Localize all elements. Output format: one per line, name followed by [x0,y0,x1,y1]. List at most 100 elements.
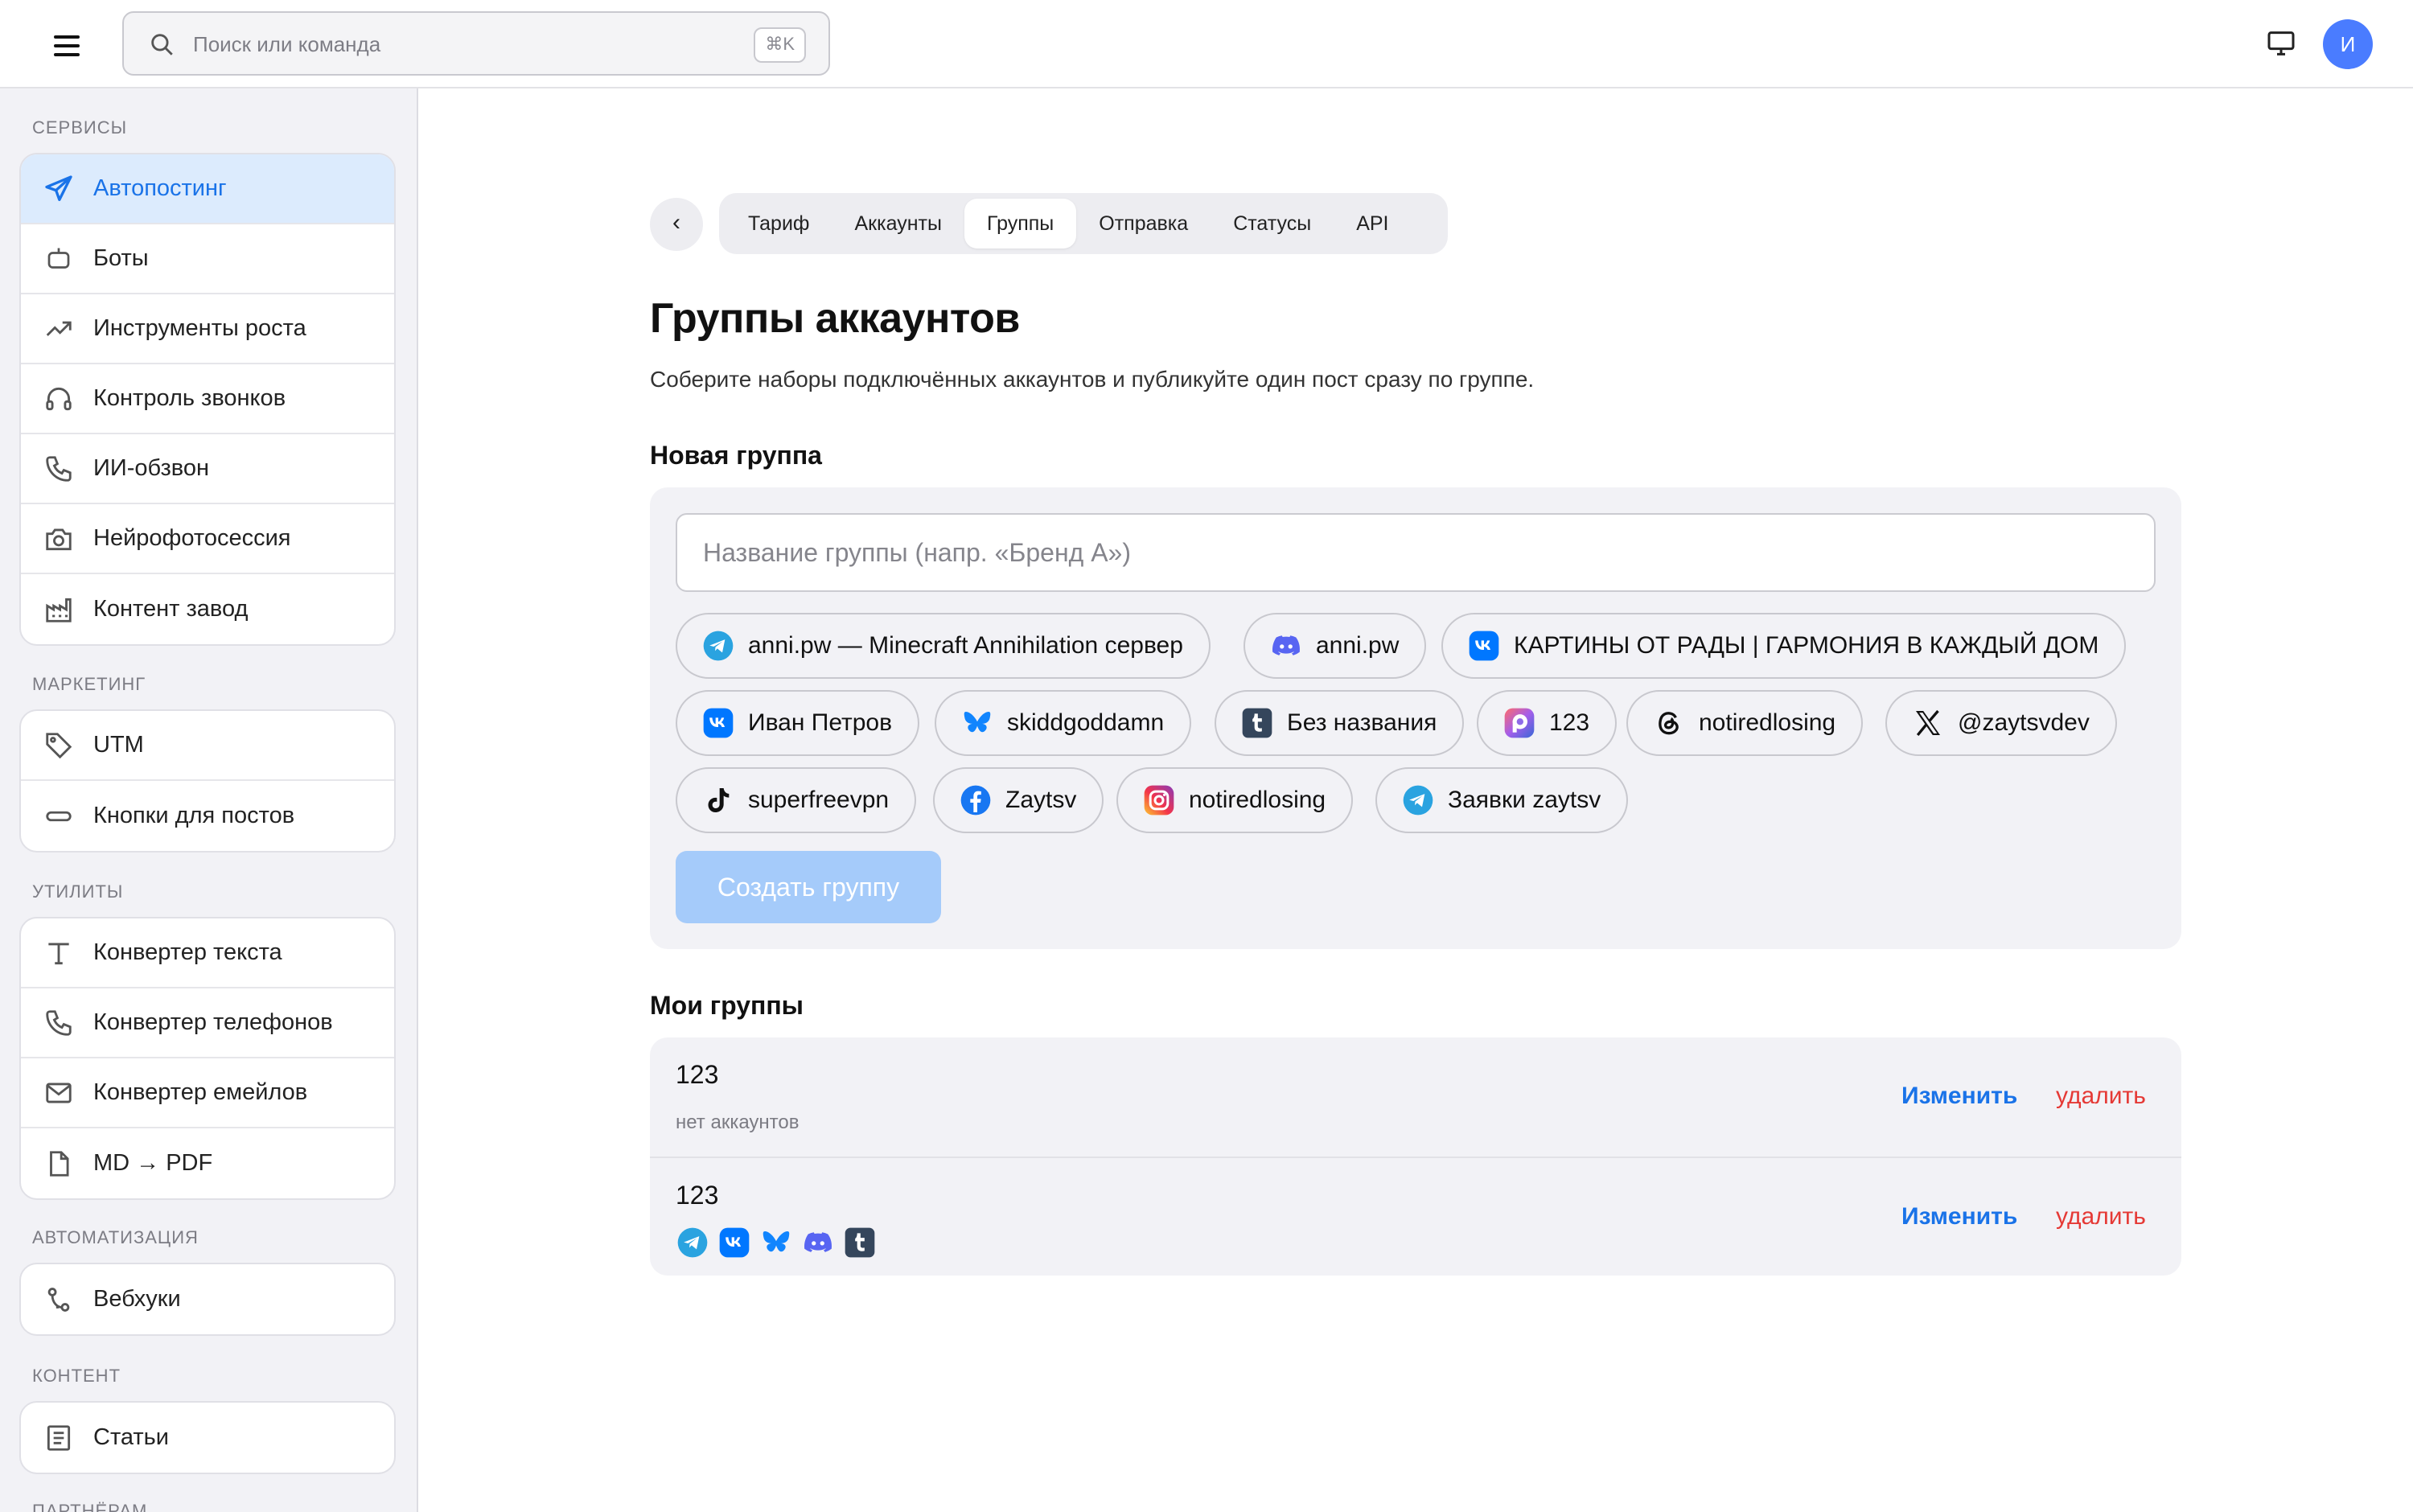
tag-icon [42,729,76,762]
sidebar-item-bots[interactable]: Боты [21,224,394,294]
sidebar-item-label: Вебхуки [93,1286,181,1312]
sidebar-item-label: Конвертер телефонов [93,1009,333,1035]
account-chip-label: @zaytsvdev [1958,709,2090,736]
tab-accounts[interactable]: Аккаунты [832,199,964,249]
tab-groups[interactable]: Группы [964,199,1077,249]
sidebar-item-content-factory[interactable]: Контент завод [21,574,394,644]
back-button[interactable]: ‹ [650,198,703,251]
sidebar-item-call-control[interactable]: Контроль звонков [21,364,394,434]
account-chip[interactable]: 123 [1477,690,1618,756]
sidebar-item-label: Статьи [93,1424,169,1450]
account-chip[interactable]: @zaytsvdev [1885,690,2117,756]
tab-sending[interactable]: Отправка [1076,199,1211,249]
edit-group-link[interactable]: Изменить [1901,1203,2017,1231]
headphones-icon [42,382,76,416]
sidebar-item-phone-converter[interactable]: Конвертер телефонов [21,988,394,1058]
page-title: Группы аккаунтов [650,295,1020,342]
mail-icon [42,1076,76,1110]
account-chip[interactable]: anni.pw — Minecraft Annihilation сервер [676,613,1211,679]
bot-icon [42,242,76,276]
group-name-input[interactable] [676,513,2156,592]
account-chip[interactable]: Zaytsv [933,767,1104,833]
my-groups-list: 123 нет аккаунтов Изменить удалить 123 И… [650,1037,2181,1276]
account-chip-label: notiredlosing [1699,709,1836,736]
search-box[interactable]: ⌘K [122,11,830,76]
marketing-group: UTM Кнопки для постов [19,709,396,853]
account-chip-label: skiddgoddamn [1007,709,1165,736]
phone-icon [42,452,76,486]
top-bar: ⌘K И [0,0,2413,88]
sidebar-item-label: Конвертер текста [93,939,282,965]
edit-group-link[interactable]: Изменить [1901,1083,2017,1110]
account-chip-label: Без названия [1287,709,1437,736]
sidebar-item-ai-calling[interactable]: ИИ-обзвон [21,434,394,504]
section-title-services: СЕРВИСЫ [32,117,128,138]
create-group-button[interactable]: Создать группу [676,851,941,923]
factory-icon [42,593,76,627]
bluesky-icon [960,706,994,740]
menu-icon[interactable] [48,29,85,60]
search-icon [151,34,173,55]
sidebar-item-md-pdf[interactable]: MD → PDF [21,1128,394,1198]
account-chip-label: anni.pw — Minecraft Annihilation сервер [748,632,1183,659]
sidebar-item-growth-tools[interactable]: Инструменты роста [21,294,394,364]
sidebar-item-utm[interactable]: UTM [21,711,394,781]
button-icon [42,799,76,833]
account-chip[interactable]: skiddgoddamn [935,690,1192,756]
x-icon [1911,706,1945,740]
vk-icon [717,1226,751,1259]
group-row: 123 нет аккаунтов Изменить удалить [650,1037,2181,1157]
account-chip[interactable]: notiredlosing [1626,690,1864,756]
webhook-icon [42,1283,76,1317]
content-group: Статьи [19,1401,396,1474]
account-chip-label: Заявки zaytsv [1448,787,1601,813]
sidebar-item-autoposting[interactable]: Автопостинг [21,154,394,224]
account-chip[interactable]: Заявки zaytsv [1375,767,1629,833]
trending-up-icon [42,312,76,346]
sidebar-item-label: Инструменты роста [93,315,306,341]
threads-icon [1652,706,1686,740]
sidebar-item-email-converter[interactable]: Конвертер емейлов [21,1058,394,1128]
account-chip-label: КАРТИНЫ ОТ РАДЫ | ГАРМОНИЯ В КАЖДЫЙ ДОМ [1514,632,2099,659]
tab-api[interactable]: API [1334,199,1411,249]
sidebar-item-label: Кнопки для постов [93,803,295,828]
file-icon [42,1147,76,1181]
telegram-icon [1401,783,1435,817]
account-chip[interactable]: notiredlosing [1116,767,1354,833]
automation-group: Вебхуки [19,1263,396,1336]
account-chip[interactable]: anni.pw [1243,613,1427,679]
delete-group-link[interactable]: удалить [2056,1203,2146,1231]
account-chip[interactable]: superfreevpn [676,767,917,833]
tab-tariff[interactable]: Тариф [726,199,832,249]
sidebar-item-neuro-photo[interactable]: Нейрофотосессия [21,504,394,574]
tab-statuses[interactable]: Статусы [1211,199,1334,249]
sidebar-item-label: MD → PDF [93,1150,213,1176]
monitor-icon[interactable] [2265,27,2297,64]
sidebar-item-articles[interactable]: Статьи [21,1403,394,1473]
facebook-icon [959,783,993,817]
camera-icon [42,522,76,556]
sidebar-item-label: Автопостинг [93,175,227,201]
sidebar-item-post-buttons[interactable]: Кнопки для постов [21,781,394,851]
section-title-automation: АВТОМАТИЗАЦИЯ [32,1227,199,1247]
account-chip[interactable]: Без названия [1215,690,1465,756]
telegram-icon [676,1226,709,1259]
services-group: Автопостинг Боты Инструменты роста Контр… [19,153,396,646]
sidebar-item-text-converter[interactable]: Конвертер текста [21,918,394,988]
sidebar-item-webhooks[interactable]: Вебхуки [21,1264,394,1334]
account-chip[interactable]: КАРТИНЫ ОТ РАДЫ | ГАРМОНИЯ В КАЖДЫЙ ДОМ [1441,613,2127,679]
shortcut-badge: ⌘K [754,27,806,63]
search-input[interactable] [191,24,709,64]
account-chip[interactable]: Иван Петров [676,690,920,756]
account-chip-label: 123 [1549,709,1590,736]
tiktok-icon [701,783,735,817]
delete-group-link[interactable]: удалить [2056,1083,2146,1110]
tumblr-icon [1240,706,1274,740]
text-icon [42,936,76,970]
tab-bar: Тариф Аккаунты Группы Отправка Статусы A… [719,193,1448,254]
avatar[interactable]: И [2323,19,2373,69]
new-group-heading: Новая группа [650,441,822,470]
account-chip-label: Zaytsv [1005,787,1077,813]
phone-icon [42,1006,76,1040]
group-name: 123 [676,1060,719,1089]
